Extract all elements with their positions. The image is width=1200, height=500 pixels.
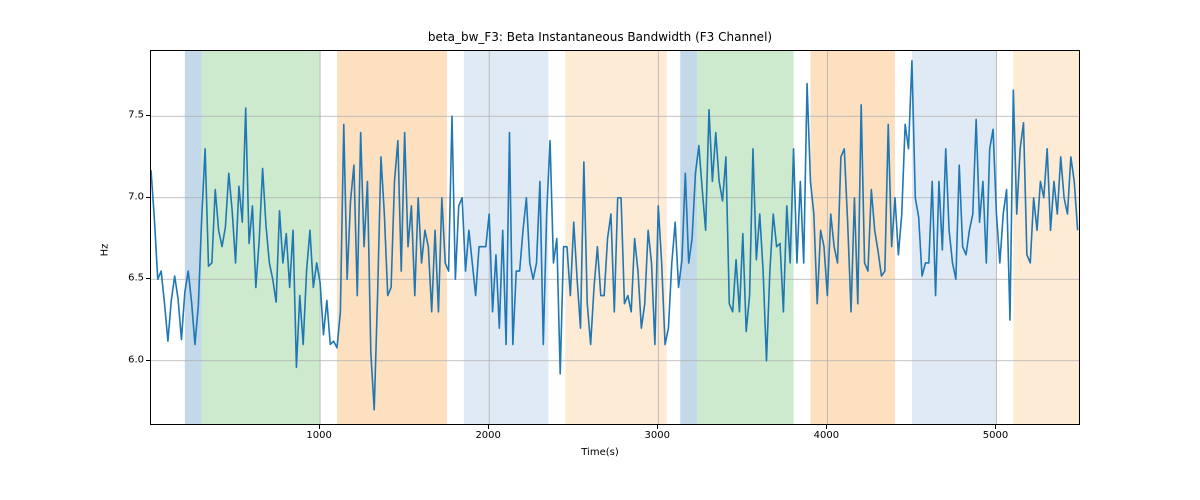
background-band	[185, 51, 202, 424]
background-band	[697, 51, 793, 424]
plot-svg	[151, 51, 1079, 424]
x-tick-label: 2000	[475, 430, 500, 441]
y-tick-mark	[146, 278, 150, 279]
x-tick-label: 3000	[645, 430, 670, 441]
y-tick-mark	[146, 115, 150, 116]
y-tick-label: 7.0	[128, 191, 144, 202]
y-tick-label: 6.5	[128, 273, 144, 284]
y-tick-label: 7.5	[128, 110, 144, 121]
y-axis-label: Hz	[100, 244, 111, 257]
x-tick-mark	[826, 425, 827, 429]
chart-figure: beta_bw_F3: Beta Instantaneous Bandwidth…	[0, 0, 1200, 500]
y-tick-mark	[146, 197, 150, 198]
chart-title: beta_bw_F3: Beta Instantaneous Bandwidth…	[0, 30, 1200, 44]
x-axis-label: Time(s)	[0, 447, 1200, 458]
y-tick-mark	[146, 360, 150, 361]
x-tick-mark	[488, 425, 489, 429]
background-band	[1013, 51, 1079, 424]
x-tick-label: 4000	[814, 430, 839, 441]
plot-area	[150, 50, 1080, 425]
x-tick-mark	[657, 425, 658, 429]
x-tick-label: 5000	[983, 430, 1008, 441]
background-band	[464, 51, 549, 424]
background-band	[912, 51, 997, 424]
x-tick-mark	[995, 425, 996, 429]
x-tick-mark	[319, 425, 320, 429]
x-tick-label: 1000	[306, 430, 331, 441]
y-tick-label: 6.0	[128, 354, 144, 365]
